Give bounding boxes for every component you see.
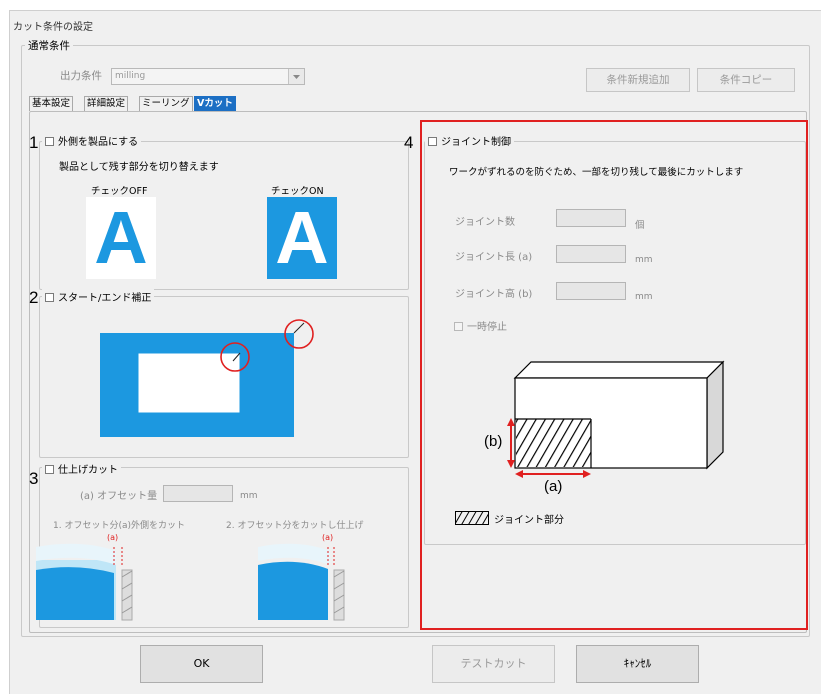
section-3-checkbox[interactable]: 仕上げカット bbox=[42, 461, 121, 476]
test-cut-button[interactable]: テストカット bbox=[432, 645, 555, 683]
section-3-checkbox-box[interactable] bbox=[45, 465, 54, 474]
section-1-checkbox-box[interactable] bbox=[45, 137, 54, 146]
finish-marker-1: (a) bbox=[107, 533, 119, 542]
joint-length-label: ジョイント長 (a) bbox=[455, 252, 533, 263]
normal-conditions-legend: 通常条件 bbox=[25, 38, 73, 53]
section-3-number: 3 bbox=[29, 469, 39, 488]
check-off-label: チェックOFF bbox=[91, 186, 148, 197]
joint-legend-swatch bbox=[455, 511, 489, 525]
section-2-checkbox-box[interactable] bbox=[45, 293, 54, 302]
section-2-checkbox[interactable]: スタート/エンド補正 bbox=[42, 289, 155, 304]
section-4-checkbox[interactable]: ジョイント制御 bbox=[425, 133, 514, 148]
start-end-diagram bbox=[100, 319, 314, 437]
chevron-down-icon[interactable] bbox=[288, 69, 304, 84]
pause-checkbox-box[interactable] bbox=[454, 322, 463, 331]
check-off-letter: A bbox=[94, 197, 148, 279]
copy-condition-button[interactable]: 条件コピー bbox=[697, 68, 795, 92]
joint-count-input[interactable] bbox=[556, 209, 626, 227]
window-title: カット条件の設定 bbox=[13, 22, 93, 33]
section-3-checkbox-label: 仕上げカット bbox=[58, 465, 118, 476]
section-4-number: 4 bbox=[404, 133, 414, 152]
joint-count-unit: 個 bbox=[635, 220, 645, 231]
pause-checkbox[interactable]: 一時停止 bbox=[454, 318, 507, 333]
output-condition-label: 出力条件 bbox=[60, 70, 102, 82]
joint-count-label: ジョイント数 bbox=[455, 217, 515, 228]
output-condition-value: milling bbox=[115, 71, 146, 81]
joint-height-label: ジョイント高 (b) bbox=[455, 289, 533, 300]
joint-height-input[interactable] bbox=[556, 282, 626, 300]
joint-legend-label: ジョイント部分 bbox=[494, 515, 564, 526]
offset-amount-input[interactable] bbox=[163, 485, 233, 502]
section-1-number: 1 bbox=[29, 133, 39, 152]
top-strip bbox=[0, 0, 821, 10]
joint-description: ワークがずれるのを防ぐため、一部を切り残して最後にカットします bbox=[449, 167, 744, 178]
joint-length-input[interactable] bbox=[556, 245, 626, 263]
tab-basic[interactable]: 基本設定 bbox=[29, 96, 74, 111]
pause-checkbox-label: 一時停止 bbox=[467, 322, 507, 333]
check-on-image: A bbox=[267, 197, 337, 279]
check-off-image: A bbox=[86, 197, 156, 279]
section-1-checkbox[interactable]: 外側を製品にする bbox=[42, 133, 142, 148]
ok-button[interactable]: OK bbox=[140, 645, 263, 683]
section-1-description: 製品として残す部分を切り替えます bbox=[59, 162, 219, 173]
section-2-number: 2 bbox=[29, 288, 39, 307]
section-4-checkbox-box[interactable] bbox=[428, 137, 437, 146]
section-4-checkbox-label: ジョイント制御 bbox=[441, 137, 511, 148]
joint-dim-a: (a) bbox=[544, 478, 563, 495]
offset-amount-label: (a) オフセット量 bbox=[80, 491, 158, 502]
check-on-letter: A bbox=[275, 197, 329, 279]
section-1-checkbox-label: 外側を製品にする bbox=[58, 137, 139, 148]
finish-caption-1: 1. オフセット分(a)外側をカット bbox=[53, 521, 185, 531]
joint-height-unit: mm bbox=[635, 292, 653, 302]
add-condition-button[interactable]: 条件新規追加 bbox=[586, 68, 690, 92]
joint-dim-b: (b) bbox=[484, 433, 503, 450]
finish-diagram-2 bbox=[258, 543, 345, 621]
tab-detail[interactable]: 詳細設定 bbox=[84, 96, 129, 111]
check-on-label: チェックON bbox=[271, 186, 324, 197]
tab-vcut[interactable]: Vカット bbox=[194, 96, 236, 111]
finish-diagram-1 bbox=[36, 543, 133, 621]
offset-amount-unit: mm bbox=[240, 491, 258, 501]
finish-caption-2: 2. オフセット分をカットし仕上げ bbox=[226, 521, 364, 531]
section-2-checkbox-label: スタート/エンド補正 bbox=[58, 293, 152, 304]
joint-length-unit: mm bbox=[635, 255, 653, 265]
joint-diagram bbox=[507, 360, 725, 478]
cancel-button[interactable]: ｷｬﾝｾﾙ bbox=[576, 645, 699, 683]
tab-milling[interactable]: ミーリング bbox=[139, 96, 193, 111]
finish-marker-2: (a) bbox=[322, 533, 334, 542]
output-condition-select[interactable]: milling bbox=[111, 68, 305, 85]
